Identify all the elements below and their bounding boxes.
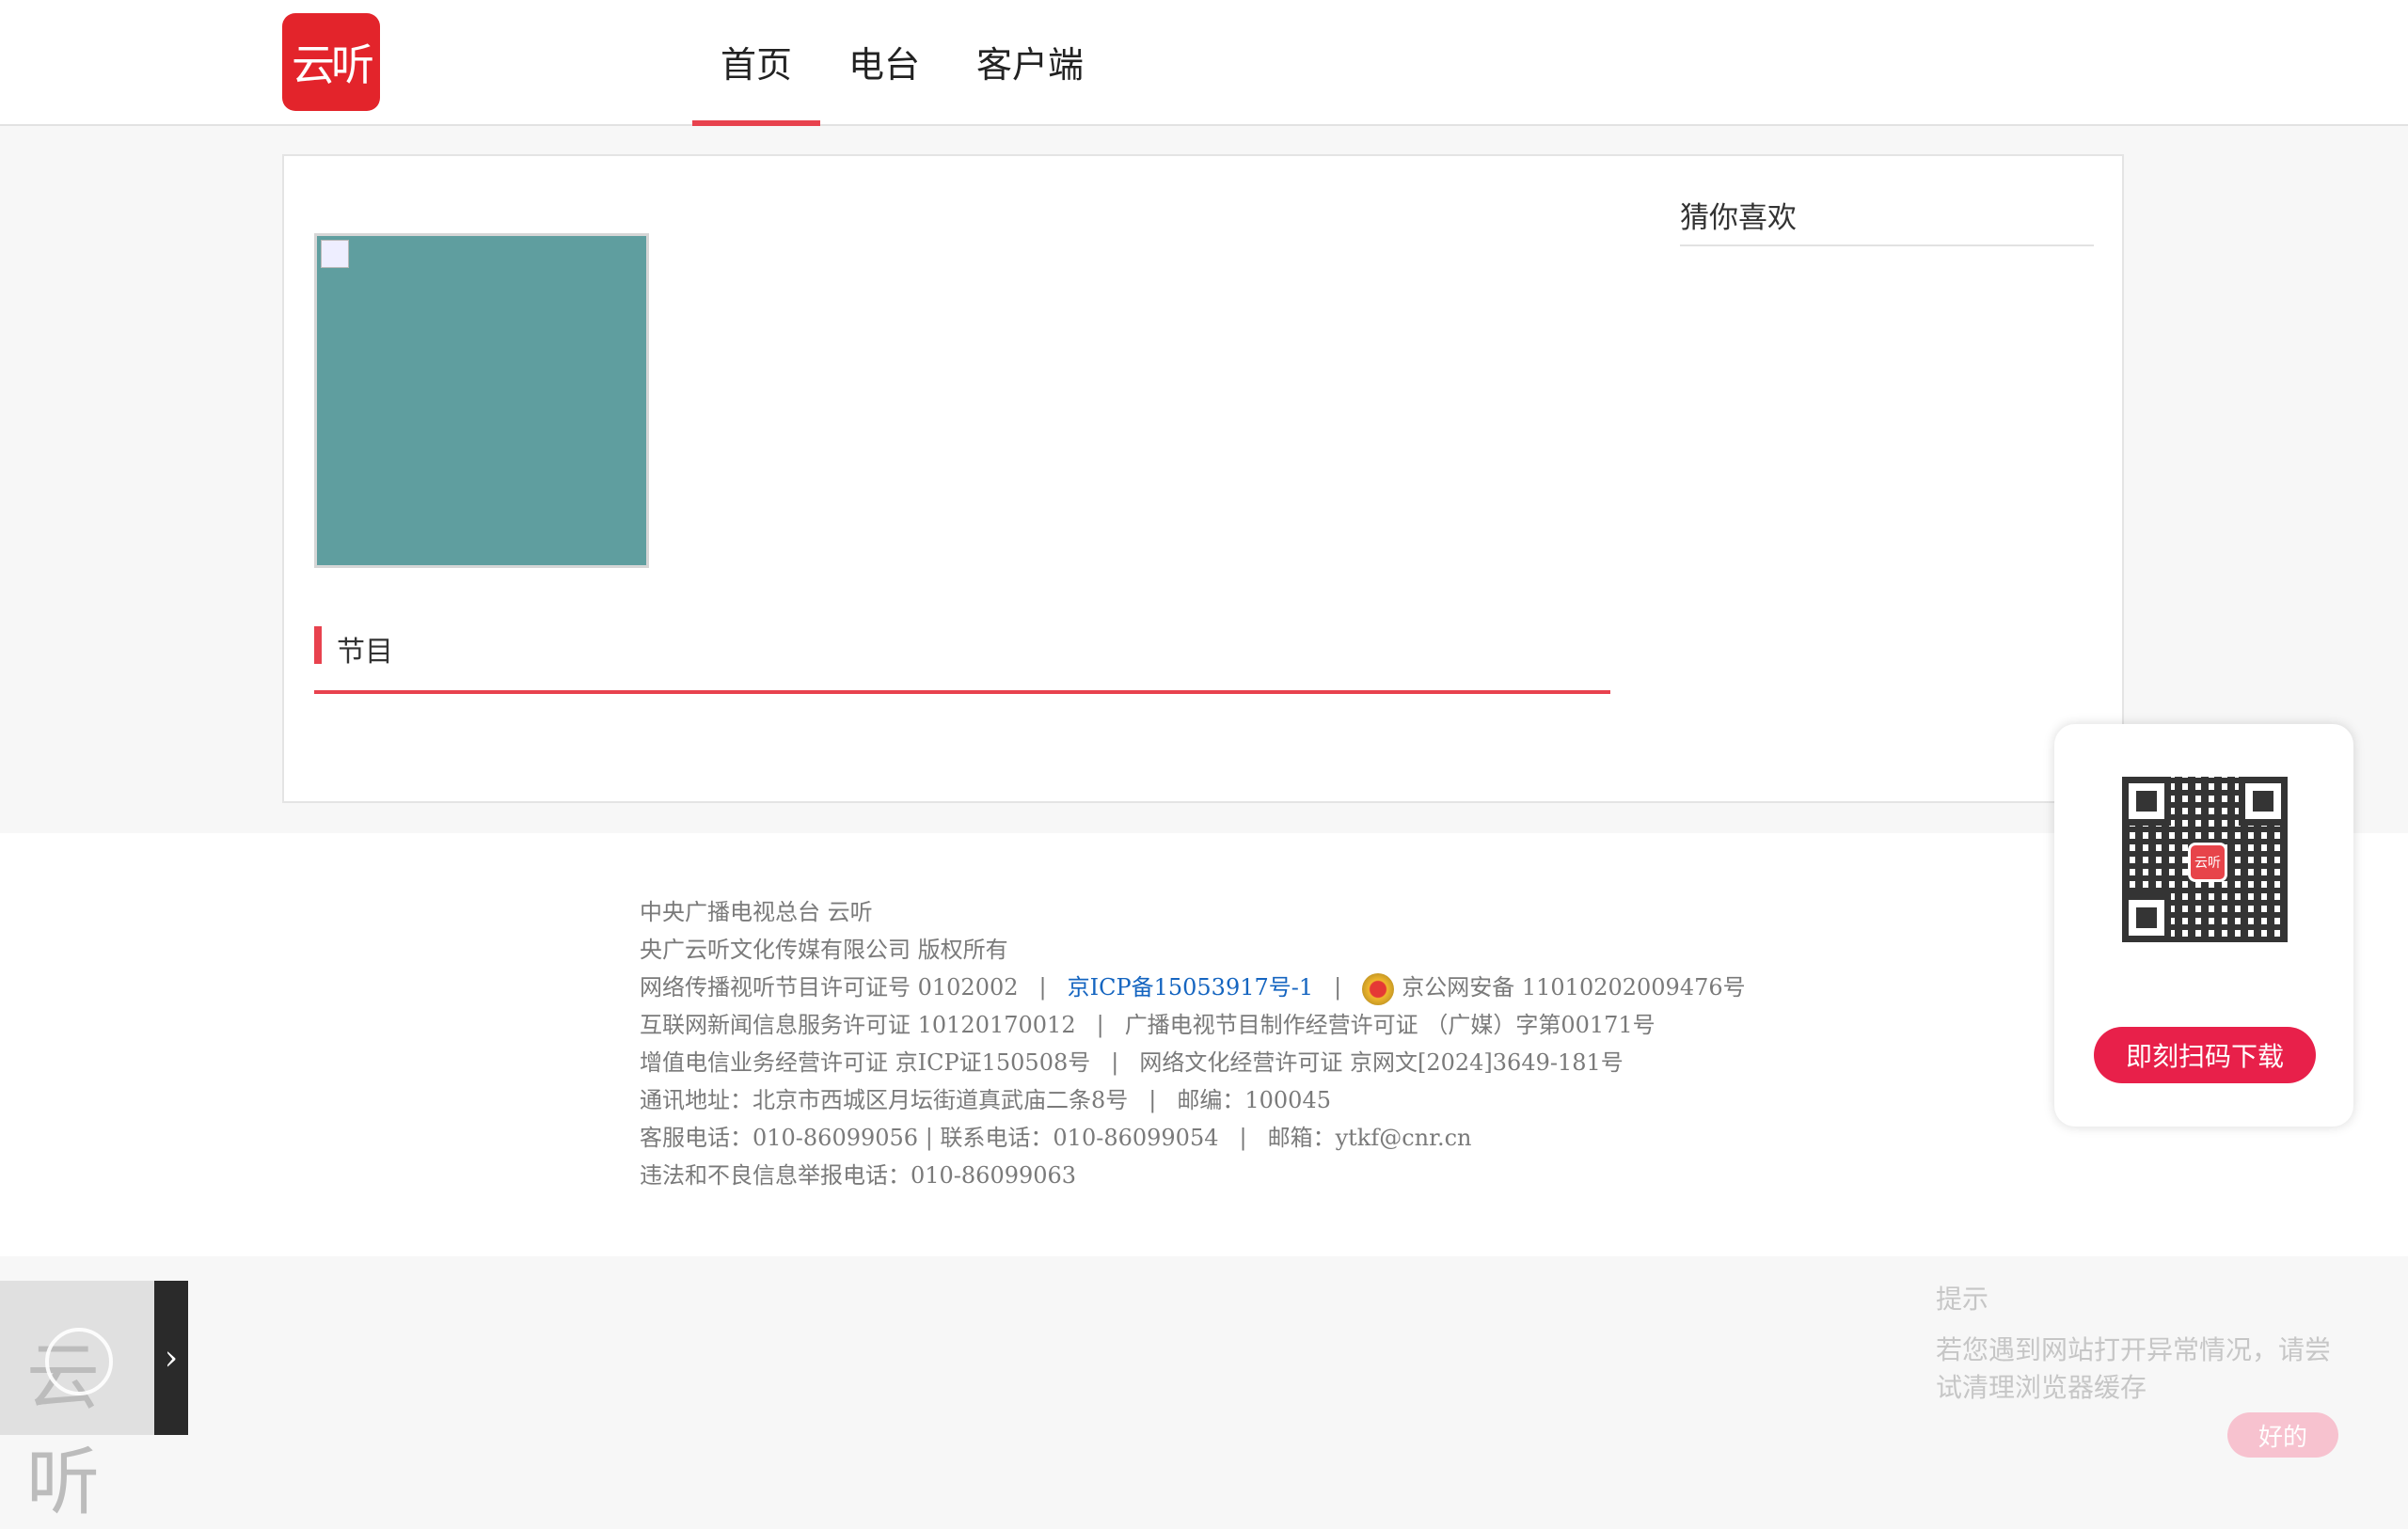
news-license: 互联网新闻信息服务许可证 10120170012 [640,1012,1076,1038]
separator: | [1038,974,1047,1001]
qr-finder-pattern [2122,893,2171,942]
email: 邮箱：ytkf@cnr.cn [1267,1125,1472,1151]
tip-ok-button[interactable]: 好的 [2227,1412,2338,1458]
section-accent-bar [314,626,322,664]
qr-center-logo: 云听 [2188,843,2227,882]
av-license: 网络传播视听节目许可证号 0102002 [640,974,1019,1001]
nav-client[interactable]: 客户端 [976,36,1084,122]
footer-line-report: 违法和不良信息举报电话：010-86099063 [640,1162,1077,1189]
service-phone: 客服电话：010-86099056 | 联系电话：010-86099054 [640,1125,1219,1151]
footer-line-contact: 客服电话：010-86099056 | 联系电话：010-86099054 | 邮箱… [640,1119,1746,1157]
tip-dialog: 提示 若您遇到网站打开异常情况，请尝试清理浏览器缓存 好的 [1902,1256,2355,1474]
programs-section-title: 节目 [337,636,393,669]
site-header: 云听 首页 电台 客户端 [0,0,2408,126]
play-icon[interactable] [45,1328,113,1395]
tip-title: 提示 [1936,1284,1989,1315]
qr-finder-pattern [2239,777,2288,826]
footer-line-org: 中央广播电视总台 云听 [640,899,873,925]
site-footer: 中央广播电视总台 云听 央广云听文化传媒有限公司 版权所有 网络传播视听节目许可… [0,833,2408,1256]
police-badge-icon [1362,972,1395,1005]
icp-link[interactable]: 京ICP备15053917号-1 [1068,974,1314,1001]
mini-player-expand-button[interactable]: › [154,1281,188,1435]
footer-info: 中央广播电视总台 云听 央广云听文化传媒有限公司 版权所有 网络传播视听节目许可… [640,893,1746,1194]
scan-download-button[interactable]: 即刻扫码下载 [2094,1027,2316,1083]
mini-player-cover[interactable]: 云听 [0,1281,154,1525]
footer-line-copyright: 央广云听文化传媒有限公司 版权所有 [640,937,1008,963]
tip-message: 若您遇到网站打开异常情况，请尝试清理浏览器缓存 [1936,1334,2332,1403]
footer-line-licenses-1: 网络传播视听节目许可证号 0102002 | 京ICP备15053917号-1 | 京公… [640,969,1746,1006]
culture-license: 网络文化经营许可证 京网文[2024]3649-181号 [1139,1049,1624,1076]
programs-section-header: 节目 [314,626,1610,694]
yunting-logo[interactable]: 云听 [282,13,380,111]
broken-image-icon [321,240,349,268]
postcode: 邮编：100045 [1177,1087,1331,1113]
nav-radio[interactable]: 电台 [848,36,920,122]
telecom-license: 增值电信业务经营许可证 京ICP证150508号 [640,1049,1091,1076]
nav-client-label: 客户端 [976,44,1085,86]
police-record-link[interactable]: 京公网安备 11010202009476号 [1402,974,1745,1001]
nav-radio-label: 电台 [848,44,921,86]
main-panel: 节目 猜你喜欢 [282,154,2124,803]
address: 通讯地址：北京市西城区月坛街道真武庙二条8号 [640,1087,1129,1113]
footer-line-licenses-2: 互联网新闻信息服务许可证 10120170012 | 广播电视节目制作经营许可证 （… [640,1006,1746,1044]
footer-line-address: 通讯地址：北京市西城区月坛街道真武庙二条8号 | 邮编：100045 [640,1081,1746,1119]
recommendations-title: 猜你喜欢 [1680,194,2094,246]
separator: | [1096,1012,1104,1038]
separator: | [1149,1087,1157,1113]
nav-home-label: 首页 [720,44,792,86]
app-download-card: 云听 即刻扫码下载 [2054,724,2353,1127]
nav-home[interactable]: 首页 [692,36,820,126]
tv-license: 广播电视节目制作经营许可证 （广媒）字第00171号 [1124,1012,1656,1038]
qr-finder-pattern [2122,777,2171,826]
separator: | [1239,1125,1247,1151]
separator: | [1334,974,1342,1001]
qr-code-icon: 云听 [2122,777,2288,942]
footer-line-licenses-3: 增值电信业务经营许可证 京ICP证150508号 | 网络文化经营许可证 京网文[2… [640,1044,1746,1081]
program-cover-image[interactable] [314,233,649,568]
separator: | [1111,1049,1119,1076]
